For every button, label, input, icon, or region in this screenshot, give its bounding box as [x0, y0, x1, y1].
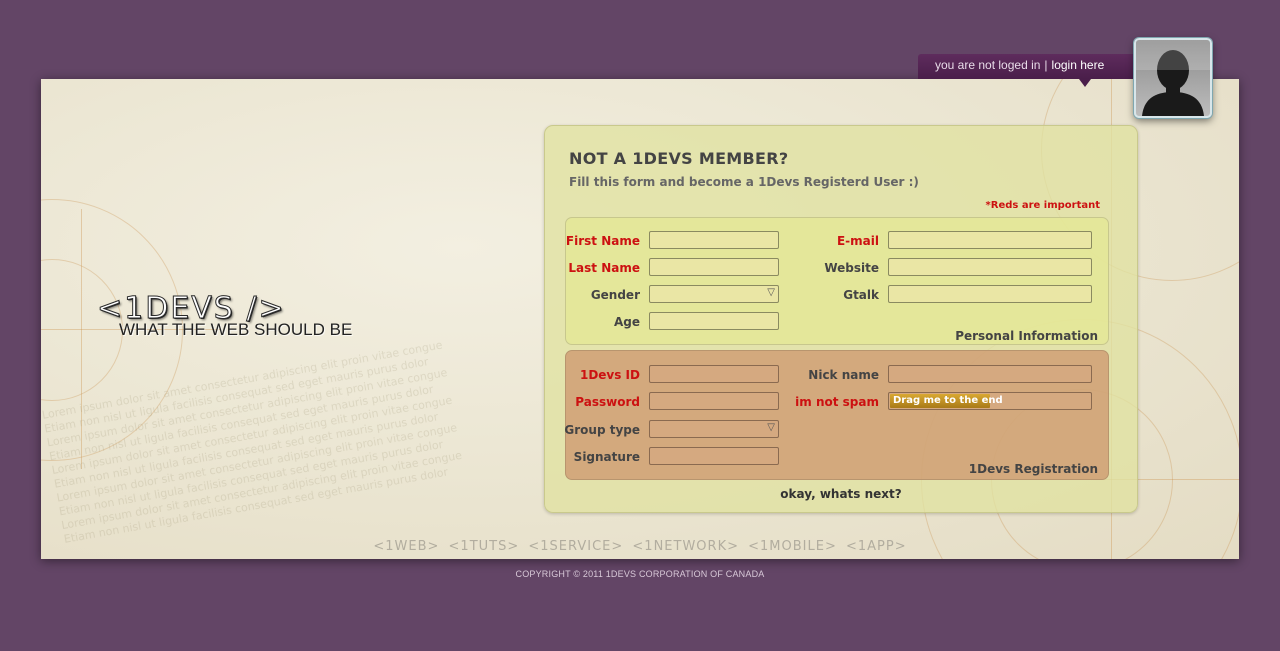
- last-name-label: Last Name: [568, 261, 640, 275]
- signature-label: Signature: [573, 450, 640, 464]
- copyright-text: COPYRIGHT © 2011 1DEVS CORPORATION OF CA…: [515, 569, 765, 579]
- group-type-select[interactable]: ▽: [649, 420, 779, 438]
- anti-spam-slider-handle[interactable]: Drag me to the end: [890, 394, 1003, 408]
- login-bar-pointer: [1079, 79, 1091, 87]
- email-label: E-mail: [836, 234, 879, 248]
- registration-section: 1Devs ID Password Group type ▽ Signature…: [564, 350, 1109, 480]
- footer-nav: <1WEB> <1TUTS> <1SERVICE> <1NETWORK> <1M…: [41, 539, 1239, 554]
- form-title: NOT A 1DEVS MEMBER?: [569, 149, 789, 168]
- logo-tagline: WHAT THE WEB SHOULD BE: [119, 320, 353, 339]
- footer-link-service[interactable]: <1SERVICE>: [528, 539, 623, 554]
- personal-information-section: First Name Last Name Gender ▽ Age E-mail…: [565, 217, 1109, 345]
- devs-id-label: 1Devs ID: [579, 368, 640, 382]
- footer-link-app[interactable]: <1APP>: [846, 539, 907, 554]
- user-avatar[interactable]: [1134, 38, 1212, 118]
- email-input[interactable]: [888, 231, 1092, 249]
- login-separator: |: [1044, 58, 1048, 72]
- footer-link-mobile[interactable]: <1MOBILE>: [748, 539, 837, 554]
- last-name-input[interactable]: [649, 258, 779, 276]
- gtalk-input[interactable]: [888, 285, 1092, 303]
- password-input[interactable]: [649, 392, 779, 410]
- required-fields-note: *Reds are important: [985, 200, 1100, 211]
- age-input[interactable]: [649, 312, 779, 330]
- signature-input[interactable]: [649, 447, 779, 465]
- gender-select[interactable]: ▽: [649, 285, 779, 303]
- form-subtitle: Fill this form and become a 1Devs Regist…: [569, 175, 919, 189]
- devs-id-input[interactable]: [649, 365, 779, 383]
- first-name-label: First Name: [565, 234, 640, 248]
- gender-label: Gender: [590, 288, 640, 302]
- group-type-label: Group type: [564, 423, 640, 437]
- login-status-bar: you are not loged in | login here: [918, 54, 1142, 79]
- not-spam-label: im not spam: [795, 395, 879, 409]
- age-label: Age: [613, 315, 640, 329]
- gtalk-label: Gtalk: [843, 288, 879, 302]
- submit-button[interactable]: okay, whats next?: [545, 487, 1137, 501]
- login-link[interactable]: login here: [1052, 58, 1105, 72]
- personal-information-legend: Personal Information: [955, 329, 1098, 343]
- nick-name-label: Nick name: [808, 368, 879, 382]
- login-status-text: you are not loged in: [935, 58, 1041, 72]
- footer-link-tuts[interactable]: <1TUTS>: [449, 539, 520, 554]
- user-silhouette-icon: [1136, 40, 1210, 116]
- chevron-down-icon: ▽: [767, 287, 775, 298]
- chevron-down-icon: ▽: [767, 422, 775, 433]
- website-label: Website: [824, 261, 879, 275]
- anti-spam-slider-track[interactable]: Drag me to the end: [888, 392, 1092, 410]
- footer-link-web[interactable]: <1WEB>: [373, 539, 439, 554]
- site-logo[interactable]: <1DEVS /> WHAT THE WEB SHOULD BE: [97, 291, 353, 339]
- registration-form: NOT A 1DEVS MEMBER? Fill this form and b…: [544, 125, 1138, 513]
- footer-link-network[interactable]: <1NETWORK>: [632, 539, 739, 554]
- password-label: Password: [575, 395, 640, 409]
- website-input[interactable]: [888, 258, 1092, 276]
- nick-name-input[interactable]: [888, 365, 1092, 383]
- registration-legend: 1Devs Registration: [968, 462, 1098, 476]
- first-name-input[interactable]: [649, 231, 779, 249]
